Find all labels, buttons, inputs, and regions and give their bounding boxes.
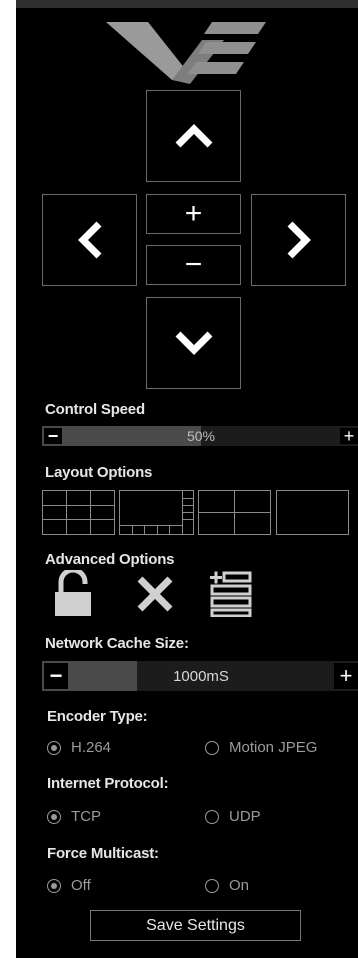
control-speed-label: Control Speed: [45, 401, 145, 418]
close-icon[interactable]: [136, 575, 174, 613]
internet-protocol-label: Internet Protocol:: [47, 775, 169, 792]
internet-protocol-radio-group: TCP UDP: [16, 807, 358, 831]
speed-increase-button[interactable]: +: [340, 425, 358, 446]
encoder-mjpeg-label: Motion JPEG: [229, 739, 318, 756]
pan-right-button[interactable]: [251, 194, 346, 286]
speed-increase-label: +: [343, 425, 355, 446]
network-cache-label: Network Cache Size:: [45, 635, 189, 652]
encoder-h264-radio[interactable]: [47, 741, 61, 755]
chevron-down-icon: [175, 331, 212, 355]
zoom-out-label: −: [184, 248, 203, 281]
multicast-off-label: Off: [71, 877, 91, 894]
network-cache-slider[interactable]: 1000mS − +: [42, 661, 358, 691]
add-list-icon[interactable]: [210, 571, 252, 617]
force-multicast-label: Force Multicast:: [47, 845, 159, 862]
layout-grid-3x3-icon: [43, 491, 114, 534]
encoder-type-radio-group: H.264 Motion JPEG: [16, 738, 358, 762]
multicast-on-label: On: [229, 877, 250, 894]
save-settings-button[interactable]: Save Settings: [90, 910, 301, 941]
encoder-h264-label: H.264: [71, 739, 112, 756]
protocol-tcp-radio[interactable]: [47, 810, 61, 824]
pan-left-button[interactable]: [42, 194, 137, 286]
radio-selected-dot: [51, 814, 57, 820]
cache-decrease-label: −: [49, 663, 63, 688]
layout-quad-button[interactable]: [198, 490, 271, 535]
control-speed-value: 50%: [186, 428, 216, 444]
unlock-icon[interactable]: [53, 570, 93, 616]
cache-decrease-button[interactable]: −: [44, 663, 68, 689]
radio-selected-dot: [51, 883, 57, 889]
zoom-in-button[interactable]: +: [146, 194, 241, 234]
chevron-right-icon: [287, 221, 311, 259]
layout-main-plus-strip-icon: [120, 491, 193, 534]
zoom-in-label: +: [184, 197, 203, 230]
pan-up-button[interactable]: [146, 90, 241, 182]
chevron-up-icon: [175, 124, 212, 148]
encoder-mjpeg-radio[interactable]: [205, 741, 219, 755]
layout-main-plus-strip-button[interactable]: [119, 490, 194, 535]
multicast-on-radio[interactable]: [205, 879, 219, 893]
pan-down-button[interactable]: [146, 297, 241, 389]
network-cache-value: 1000mS: [173, 667, 229, 685]
cache-increase-button[interactable]: +: [334, 663, 358, 689]
control-speed-slider[interactable]: 50% − +: [42, 426, 358, 446]
encoder-type-label: Encoder Type:: [47, 708, 148, 725]
chevron-left-icon: [77, 221, 101, 259]
speed-decrease-button[interactable]: −: [44, 425, 62, 446]
control-panel: + − Control Speed 50% − + Layout Options: [16, 0, 358, 958]
zoom-out-button[interactable]: −: [146, 245, 241, 285]
layout-single-button[interactable]: [276, 490, 349, 535]
cache-increase-label: +: [339, 663, 353, 688]
protocol-tcp-label: TCP: [71, 808, 101, 825]
advanced-options-label: Advanced Options: [45, 551, 175, 568]
protocol-udp-label: UDP: [229, 808, 261, 825]
layout-options-label: Layout Options: [45, 464, 153, 481]
force-multicast-radio-group: Off On: [16, 876, 358, 900]
layout-grid-3x3-button[interactable]: [42, 490, 115, 535]
speed-decrease-label: −: [47, 425, 59, 446]
protocol-udp-radio[interactable]: [205, 810, 219, 824]
ve-logo: [106, 22, 266, 84]
layout-quad-icon: [199, 491, 270, 534]
multicast-off-radio[interactable]: [47, 879, 61, 893]
radio-selected-dot: [51, 745, 57, 751]
top-strip: [16, 0, 358, 8]
